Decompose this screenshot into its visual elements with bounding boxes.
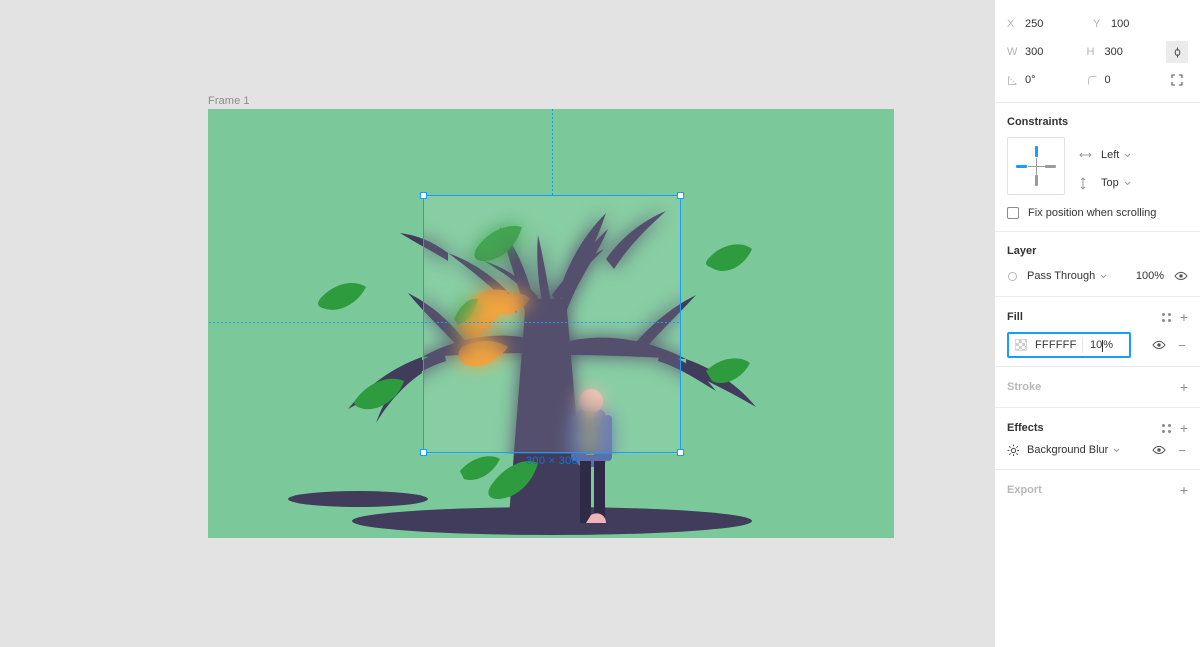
y-field[interactable]: Y 100 [1093, 18, 1179, 30]
rotation-row: 0° 0 [1007, 66, 1188, 94]
measurement-guide-vertical [552, 109, 553, 195]
plus-icon[interactable]: + [1180, 421, 1188, 435]
style-grid-icon[interactable] [1161, 423, 1171, 433]
plus-icon[interactable]: + [1180, 310, 1188, 324]
text-cursor [1102, 340, 1104, 352]
chevron-down-icon[interactable] [1100, 270, 1107, 282]
constraints-widget[interactable] [1007, 137, 1065, 195]
eye-icon[interactable] [1152, 340, 1166, 350]
constraints-section: Constraints Left Top Fix position when s… [995, 103, 1200, 231]
canvas-area[interactable]: Frame 1 300 × 300 [0, 0, 994, 647]
layer-opacity-value[interactable]: 100% [1136, 270, 1164, 282]
background-blur-icon [1007, 444, 1027, 457]
fill-color-field[interactable]: FFFFFF 10% [1007, 332, 1131, 358]
rotation-value[interactable]: 0° [1025, 74, 1036, 86]
vertical-constraint-select[interactable]: Top [1079, 169, 1131, 197]
fill-opacity-value: 10 [1090, 339, 1103, 351]
width-label: W [1007, 46, 1018, 58]
eye-icon[interactable] [1174, 271, 1188, 281]
height-field[interactable]: H 300 [1087, 46, 1167, 58]
properties-panel: X 250 Y 100 W 300 H 300 0° 0 Constraints… [994, 0, 1200, 647]
effects-title: Effects [1007, 422, 1044, 434]
rotation-icon [1007, 75, 1025, 86]
constraint-cross-horizontal [1028, 166, 1046, 167]
link-icon[interactable] [1166, 41, 1188, 63]
width-value[interactable]: 300 [1025, 46, 1043, 58]
fill-section: Fill + FFFFFF 10% − [995, 297, 1200, 358]
x-field[interactable]: X 250 [1007, 18, 1093, 30]
fix-position-row[interactable]: Fix position when scrolling [1007, 205, 1188, 231]
plus-icon[interactable]: + [1180, 380, 1188, 394]
constrain-proportions-icon[interactable] [1166, 69, 1188, 91]
eye-icon[interactable] [1152, 445, 1166, 455]
corner-radius-icon [1087, 75, 1105, 86]
style-grid-icon[interactable] [1161, 312, 1171, 322]
chevron-down-icon [1124, 149, 1131, 161]
frame-1[interactable] [208, 109, 894, 538]
selection-dimension-label: 300 × 300 [526, 455, 578, 467]
chevron-down-icon [1124, 177, 1131, 189]
horizontal-constraint-select[interactable]: Left [1079, 141, 1131, 169]
constraint-edge-left[interactable] [1016, 165, 1027, 168]
position-row: X 250 Y 100 [1007, 10, 1188, 38]
x-value[interactable]: 250 [1025, 18, 1043, 30]
minus-icon[interactable]: − [1176, 443, 1188, 458]
layer-section: Layer Pass Through 100% [995, 232, 1200, 296]
constraint-cross-vertical [1036, 158, 1037, 176]
export-title: Export [1007, 484, 1042, 496]
stroke-header: Stroke + [1007, 367, 1188, 407]
blend-mode-icon [1007, 271, 1027, 282]
rotation-field[interactable]: 0° [1007, 74, 1087, 86]
transparent-swatch-icon[interactable] [1015, 339, 1027, 351]
fill-white-overlay [423, 196, 681, 454]
effects-section: Effects + Background Blur − [995, 408, 1200, 469]
export-section: Export + [995, 470, 1200, 510]
horizontal-constraint-value: Left [1101, 149, 1120, 161]
chevron-down-icon[interactable] [1113, 444, 1120, 456]
fill-opacity-unit: % [1103, 339, 1114, 351]
fill-title: Fill [1007, 311, 1023, 323]
width-field[interactable]: W 300 [1007, 46, 1087, 58]
fill-item-row[interactable]: FFFFFF 10% − [1007, 332, 1188, 358]
effect-item-row[interactable]: Background Blur − [1007, 441, 1188, 469]
stroke-title: Stroke [1007, 381, 1042, 393]
corner-radius-field[interactable]: 0 [1087, 74, 1167, 86]
effect-label[interactable]: Background Blur [1027, 444, 1108, 456]
constraint-edge-right[interactable] [1045, 165, 1056, 168]
background-blur-region [423, 196, 681, 454]
fix-position-label: Fix position when scrolling [1028, 207, 1157, 219]
plus-icon[interactable]: + [1180, 483, 1188, 497]
vertical-constraint-value: Top [1101, 177, 1119, 189]
blend-mode-value[interactable]: Pass Through [1027, 270, 1095, 282]
constraints-title: Constraints [1007, 116, 1069, 128]
height-value[interactable]: 300 [1105, 46, 1123, 58]
frame-label[interactable]: Frame 1 [208, 95, 250, 107]
measurement-guide-horizontal [209, 322, 681, 323]
size-row: W 300 H 300 [1007, 38, 1188, 66]
fill-opacity-input[interactable]: 10% [1083, 339, 1129, 352]
layer-blend-row: Pass Through 100% [1007, 266, 1188, 296]
horizontal-arrows-icon [1079, 151, 1097, 159]
fix-position-checkbox[interactable] [1007, 207, 1019, 219]
y-label: Y [1093, 18, 1101, 30]
geometry-section: X 250 Y 100 W 300 H 300 0° 0 [995, 0, 1200, 102]
constraint-edge-top[interactable] [1035, 146, 1038, 157]
fill-hex-value[interactable]: FFFFFF [1035, 339, 1077, 351]
x-label: X [1007, 18, 1015, 30]
effects-header: Effects + [1007, 408, 1188, 441]
minus-icon[interactable]: − [1176, 338, 1188, 353]
corner-radius-value[interactable]: 0 [1105, 74, 1111, 86]
design-tool-window: Frame 1 300 × 300 X 250 Y 100 W 300 H 30… [0, 0, 1200, 647]
layer-title: Layer [1007, 245, 1037, 257]
constraint-edge-bottom[interactable] [1035, 175, 1038, 186]
stroke-section: Stroke + [995, 367, 1200, 407]
height-label: H [1086, 46, 1095, 58]
y-value[interactable]: 100 [1111, 18, 1129, 30]
export-header: Export + [1007, 470, 1188, 510]
vertical-arrows-icon [1079, 176, 1097, 190]
fill-header: Fill + [1007, 297, 1188, 330]
